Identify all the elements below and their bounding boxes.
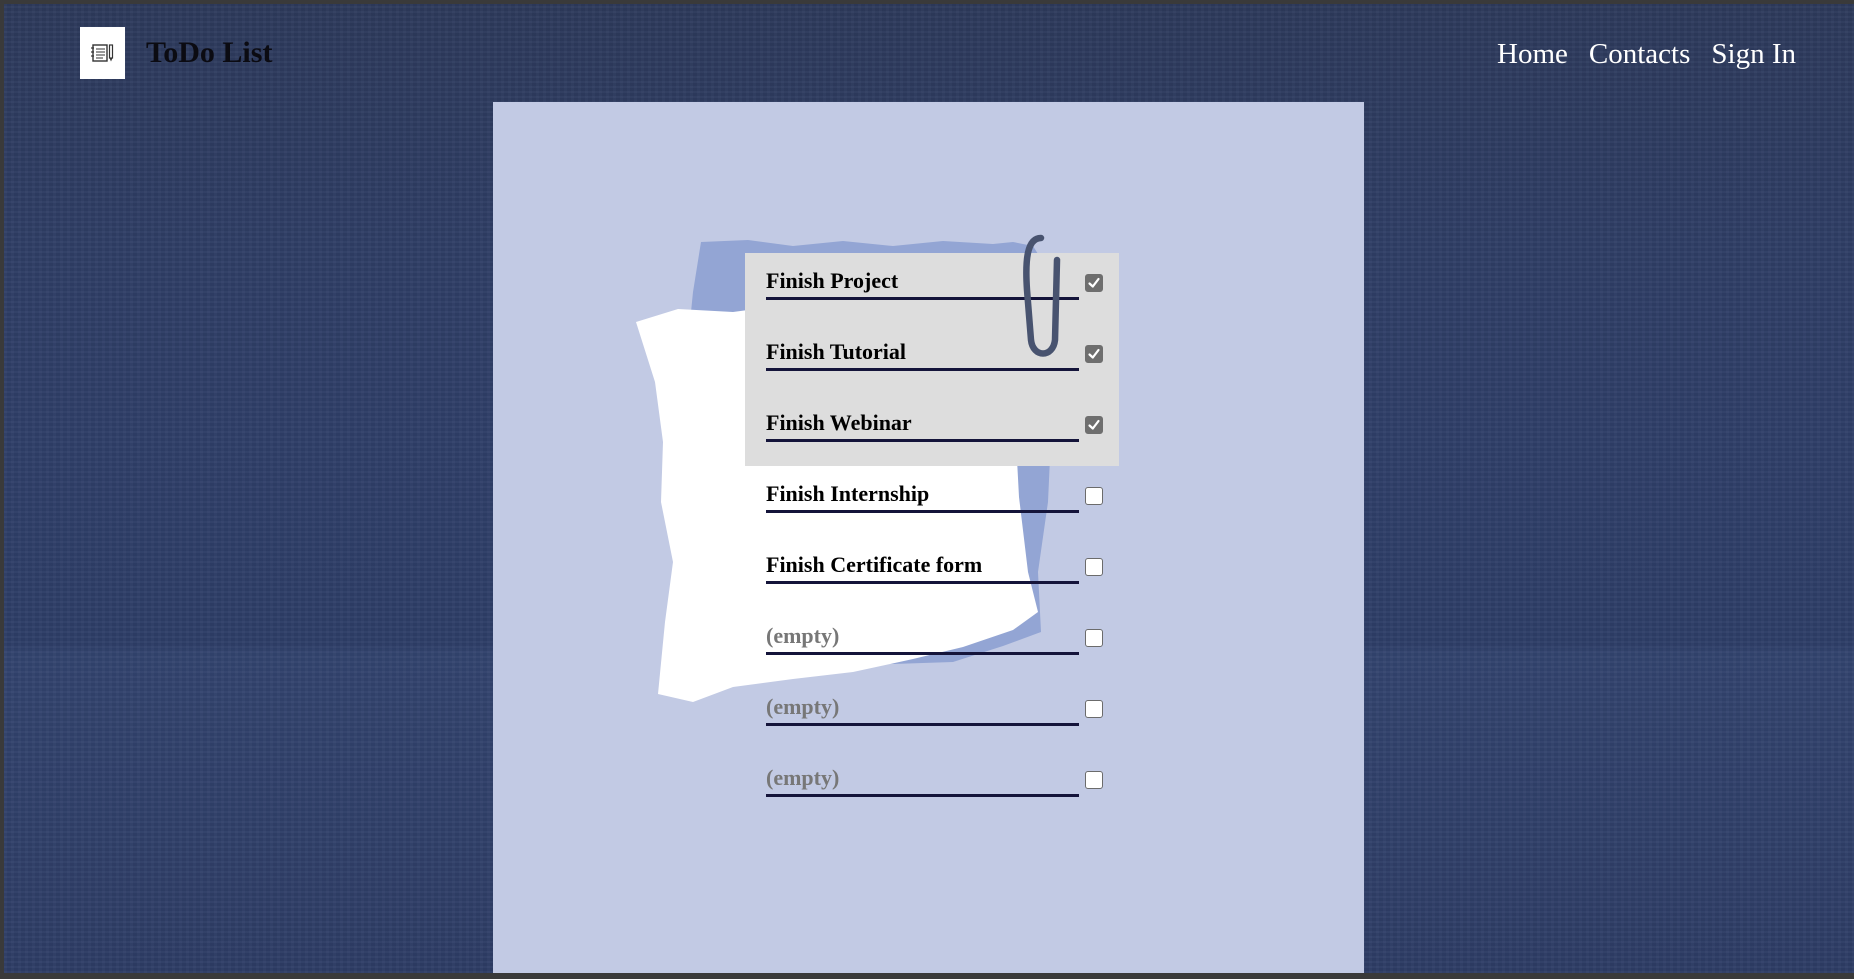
todo-text-input[interactable]: Finish Certificate form: [766, 548, 1079, 584]
todo-item: Finish Certificate form: [766, 536, 1106, 586]
todo-checkbox[interactable]: [1085, 487, 1103, 505]
check-icon: [1088, 277, 1100, 288]
todo-checkbox[interactable]: [1085, 558, 1103, 576]
paperclip-icon: [1023, 234, 1061, 357]
todo-checkbox[interactable]: [1085, 629, 1103, 647]
todo-text-input[interactable]: (empty): [766, 690, 1079, 726]
todo-checkbox[interactable]: [1085, 274, 1103, 292]
todo-card: Finish Project Finish Tutorial Finish Webi…: [493, 102, 1364, 973]
app-title: ToDo List: [146, 36, 273, 69]
todo-item: (empty): [766, 749, 1106, 799]
nav-contacts-link[interactable]: Contacts: [1589, 38, 1691, 71]
main-nav: Home Contacts Sign In: [1497, 38, 1796, 71]
todo-item: Finish Webinar: [766, 394, 1106, 444]
todo-checkbox[interactable]: [1085, 771, 1103, 789]
todo-item: (empty): [766, 607, 1106, 657]
page: ToDo List Home Contacts Sign In Finish P…: [4, 4, 1854, 973]
header: ToDo List Home Contacts Sign In: [4, 4, 1854, 104]
todo-checkbox[interactable]: [1085, 345, 1103, 363]
check-icon: [1088, 419, 1100, 430]
check-icon: [1088, 348, 1100, 359]
notepad-pencil-icon: [90, 44, 113, 62]
todo-text-input[interactable]: (empty): [766, 619, 1079, 655]
todo-text-input[interactable]: Finish Internship: [766, 477, 1079, 513]
nav-home-link[interactable]: Home: [1497, 38, 1568, 71]
todo-item: (empty): [766, 678, 1106, 728]
todo-text-input[interactable]: Finish Webinar: [766, 406, 1079, 442]
todo-text-input[interactable]: (empty): [766, 761, 1079, 797]
todo-checkbox[interactable]: [1085, 700, 1103, 718]
logo[interactable]: [80, 27, 125, 79]
todo-item: Finish Internship: [766, 465, 1106, 515]
todo-checkbox[interactable]: [1085, 416, 1103, 434]
nav-sign-in-link[interactable]: Sign In: [1711, 38, 1796, 71]
